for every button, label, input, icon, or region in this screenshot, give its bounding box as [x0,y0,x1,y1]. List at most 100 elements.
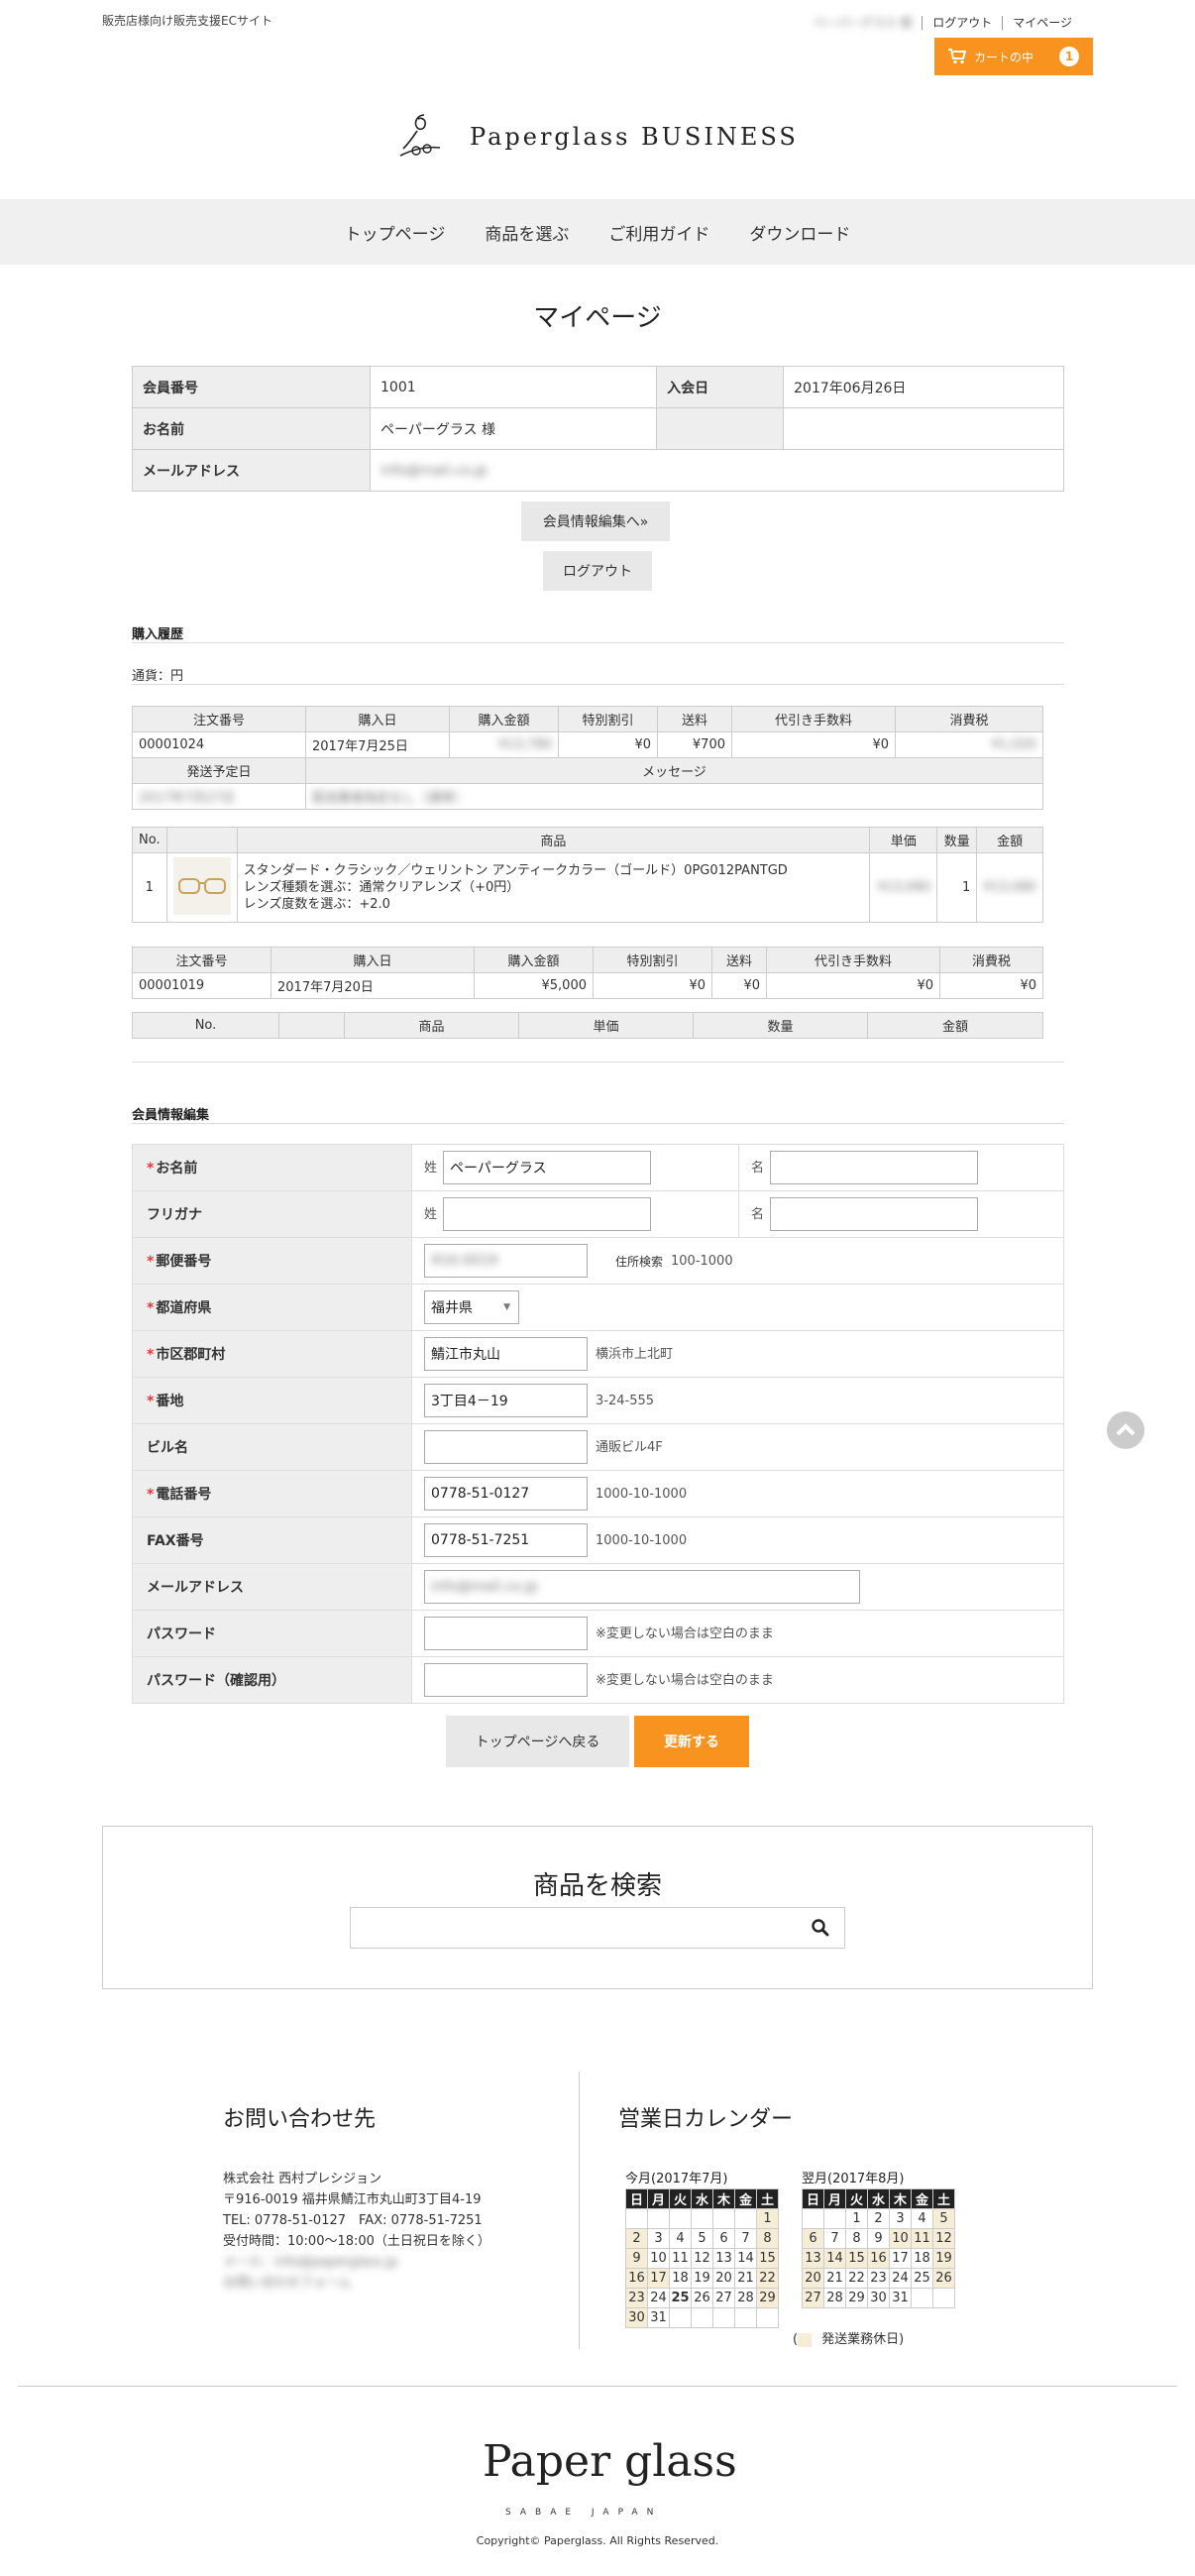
calendar-day: 18 [911,2248,933,2269]
mypage-link[interactable]: マイページ [1002,16,1082,30]
calendar-this-month: 今月(2017年7月) 日月火水木金土 1 2 3 4 5 6 7 8 9 10 11 12 13 14 15… [625,2168,779,2328]
company-phone: TEL: 0778-51-0127 FAX: 0778-51-7251 [223,2213,483,2228]
footer-divider [579,2072,580,2349]
item-no: 1 [132,852,167,923]
bldg-example: 通販ビル4F [596,1440,663,1455]
pref-label: 都道府県 [156,1300,212,1316]
calendar-day: 23 [867,2268,890,2289]
fax-input[interactable]: 0778-51-7251 [424,1523,588,1557]
contact-email[interactable]: メール：info@paperglass.jp [223,2252,490,2273]
col-product: 商品 [344,1012,519,1039]
nav-top[interactable]: トップページ [345,220,446,245]
last-name-kana-input[interactable] [443,1197,652,1231]
calendar-day: 12 [691,2248,713,2269]
col-shipping: 送料 [657,706,732,732]
tel-input[interactable]: 0778-51-0127 [424,1477,588,1511]
zip-input[interactable]: 916-0019 [431,1253,497,1269]
weekday-header: 火 [669,2188,692,2209]
calendar-day: 3 [889,2208,912,2229]
calendar-day: 28 [823,2288,846,2308]
weekday-header: 水 [691,2188,713,2209]
calendar-day [734,2208,757,2229]
business-hours: 受付時間：10:00～18:00（土日祝日を除く） [223,2234,490,2249]
product-thumbnail-glasses[interactable] [172,856,231,915]
fax-label: FAX番号 [147,1533,204,1549]
order-no: 00001024 [132,731,306,758]
chevron-up-icon [1116,1423,1136,1436]
site-logo[interactable]: Paperglass BUSINESS [394,111,799,163]
sei-label: 姓 [424,1207,438,1222]
calendar-day [823,2208,846,2229]
city-input[interactable]: 鯖江市丸山 [424,1337,588,1371]
divider [132,684,1064,685]
addr-label: 番地 [156,1394,184,1409]
calendar-day: 27 [712,2288,735,2308]
zip-label: 郵便番号 [156,1254,212,1270]
password-confirm-input[interactable] [424,1663,588,1697]
search-icon[interactable] [811,1918,830,1938]
order-date: 2017年7月20日 [271,972,475,999]
nav-products[interactable]: 商品を選ぶ [485,220,569,245]
calendar-legend: (発送業務休日) [793,2332,905,2347]
password-confirm-note: ※変更しない場合は空白のまま [596,1673,774,1688]
item-qty: 1 [936,852,978,923]
item-lens-power: レンズ度数を選ぶ：+2.0 [243,897,390,912]
search-input[interactable] [350,1907,845,1949]
calendar-title: 営業日カレンダー [618,2107,794,2132]
calendar-day: 17 [647,2268,670,2289]
col-qty: 数量 [693,1012,868,1039]
page-title: マイページ [533,303,662,333]
mail-input[interactable]: info@mail.co.jp [431,1579,538,1595]
calendar-day [712,2307,735,2328]
item-name[interactable]: スタンダード・クラシック／ウェリントン アンティークカラー（ゴールド）0PG01… [244,862,864,879]
calendar-day: 2 [625,2228,648,2249]
calendar-day: 4 [911,2208,933,2229]
calendar-day: 2 [867,2208,890,2229]
col-image [165,827,238,853]
bldg-input[interactable] [424,1430,588,1464]
addr-input[interactable]: 3丁目4－19 [424,1384,588,1417]
calendar-day: 10 [889,2228,912,2249]
order-total: ¥5,000 [474,972,594,999]
first-name-kana-input[interactable] [770,1197,979,1231]
nav-guide[interactable]: ご利用ガイド [608,220,709,245]
col-order-no: 注文番号 [132,947,272,973]
address-search-button[interactable]: 住所検索 [615,1253,663,1270]
col-unit-price: 単価 [518,1012,694,1039]
pref-select[interactable]: 福井県 ▼ [424,1290,519,1324]
calendar-day [669,2307,692,2328]
password-confirm-label: パスワード（確認用） [147,1673,285,1689]
member-id-label: 会員番号 [132,366,371,408]
divider [132,1062,1064,1063]
footer-logo-sub: SABAE JAPAN [505,2508,663,2518]
addr-example: 3-24-555 [596,1394,655,1408]
calendar-day: 19 [691,2268,713,2289]
last-name-input[interactable]: ペーパーグラス [443,1151,652,1184]
contact-title: お問い合わせ先 [223,2107,377,2132]
scroll-to-top-button[interactable] [1107,1411,1144,1449]
order-items-table-1: No. 商品 単価 数量 金額 1 スタンダード・クラシック／ウェリントン アン… [132,827,1043,923]
edit-member-button[interactable]: 会員情報編集へ» [521,502,670,541]
calendar-day: 21 [734,2268,757,2289]
col-cod-fee: 代引き手数料 [731,706,896,732]
password-input[interactable] [424,1617,588,1650]
weekday-header: 土 [932,2188,955,2209]
first-name-input[interactable] [770,1151,979,1184]
calendar-day: 31 [889,2288,912,2308]
mei-label: 名 [751,1161,765,1176]
order-discount: ¥0 [593,972,712,999]
logout-button[interactable]: ログアウト [543,551,652,591]
col-discount: 特別割引 [593,947,712,973]
cart-button[interactable]: カートの中 1 [934,38,1093,75]
nav-download[interactable]: ダウンロード [749,220,850,245]
col-order-no: 注文番号 [132,706,306,732]
calendar-day: 24 [889,2268,912,2289]
back-to-top-button[interactable]: トップページへ戻る [446,1716,629,1767]
calendar-day: 26 [932,2268,955,2289]
message-label: メッセージ [305,757,1043,784]
logout-link[interactable]: ログアウト [922,16,1002,30]
update-button[interactable]: 更新する [634,1716,749,1767]
contact-form-link[interactable]: お問い合わせフォーム [223,2273,490,2294]
footer-logo[interactable]: Paper glass [483,2436,737,2487]
calendar-day: 1 [845,2208,868,2229]
